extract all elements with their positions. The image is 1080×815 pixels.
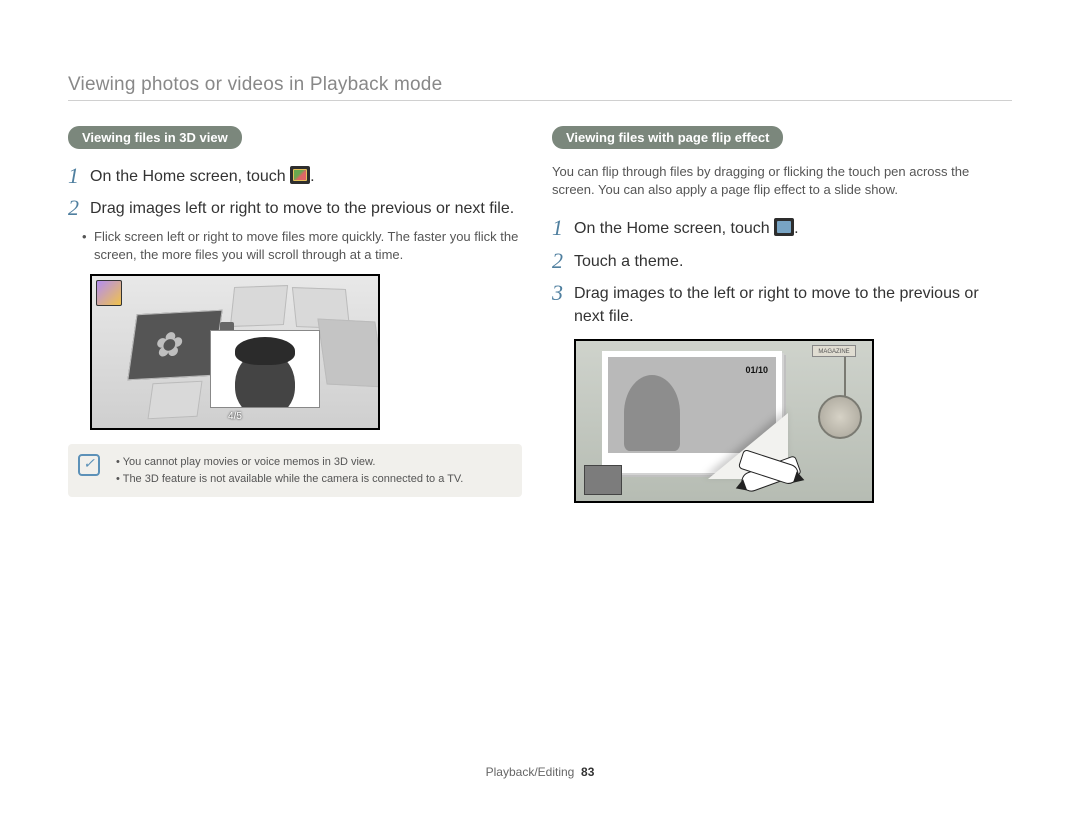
thumb-tile [230,285,288,327]
sub-bullet-left: Flick screen left or right to move files… [68,228,522,264]
step-number: 2 [552,248,574,274]
section-header-3d: Viewing files in 3D view [68,126,242,149]
step-2-right: 2 Touch a theme. [552,248,1006,274]
home-pageflip-icon [774,218,794,236]
step-number: 1 [68,163,90,189]
step-text: Touch a theme. [574,248,683,273]
step-3-right: 3 Drag images to the left or right to mo… [552,280,1006,328]
left-column: Viewing files in 3D view 1 On the Home s… [68,126,522,497]
intro-text-right: You can flip through files by dragging o… [552,163,1006,199]
view-3d-icon [96,280,122,306]
step-number: 3 [552,280,574,306]
photo-counter: 01/10 [745,365,768,375]
note-icon: ✓ [78,454,100,476]
thumb-tile [317,319,380,388]
step-text-part-b: . [794,220,798,237]
step-text-part-a: On the Home screen, touch [574,220,774,237]
step-number: 2 [68,195,90,221]
title-separator [68,100,1012,101]
magazine-badge: MAGAZINE [812,345,856,357]
page-title: Viewing photos or videos in Playback mod… [68,74,442,96]
step-2-left: 2 Drag images left or right to move to t… [68,195,522,221]
step-text-part-a: On the Home screen, touch [90,168,290,185]
note-item: The 3D feature is not available while th… [116,471,508,488]
step-1-left: 1 On the Home screen, touch . [68,163,522,189]
note-item: You cannot play movies or voice memos in… [116,454,508,471]
center-photo [210,330,320,408]
page-footer: Playback/Editing 83 [0,765,1080,779]
right-column: Viewing files with page flip effect You … [552,126,1006,517]
step-text: On the Home screen, touch . [574,215,799,240]
home-3d-icon [290,166,310,184]
footer-page-number: 83 [581,765,594,779]
portrait-silhouette [624,375,680,451]
screenshot-pageflip: MAGAZINE 01/10 [574,339,874,503]
step-number: 1 [552,215,574,241]
thumbnail [584,465,622,495]
screenshot-pageflip-wrap: MAGAZINE 01/10 [574,339,1006,503]
step-text: Drag images left or right to move to the… [90,195,514,220]
footer-section: Playback/Editing [486,765,575,779]
section-header-pageflip: Viewing files with page flip effect [552,126,783,149]
step-text: On the Home screen, touch . [90,163,315,188]
screenshot-3d-wrap: 4/5 [90,274,522,430]
step-text: Drag images to the left or right to move… [574,280,1006,328]
step-1-right: 1 On the Home screen, touch . [552,215,1006,241]
pocket-watch-icon [818,395,862,439]
photo-counter: 4/5 [92,411,378,422]
note-box: ✓ You cannot play movies or voice memos … [68,444,522,497]
step-text-part-b: . [310,168,314,185]
portrait-silhouette [235,351,295,408]
screenshot-3d: 4/5 [90,274,380,430]
thumb-tile-flower [127,310,222,381]
